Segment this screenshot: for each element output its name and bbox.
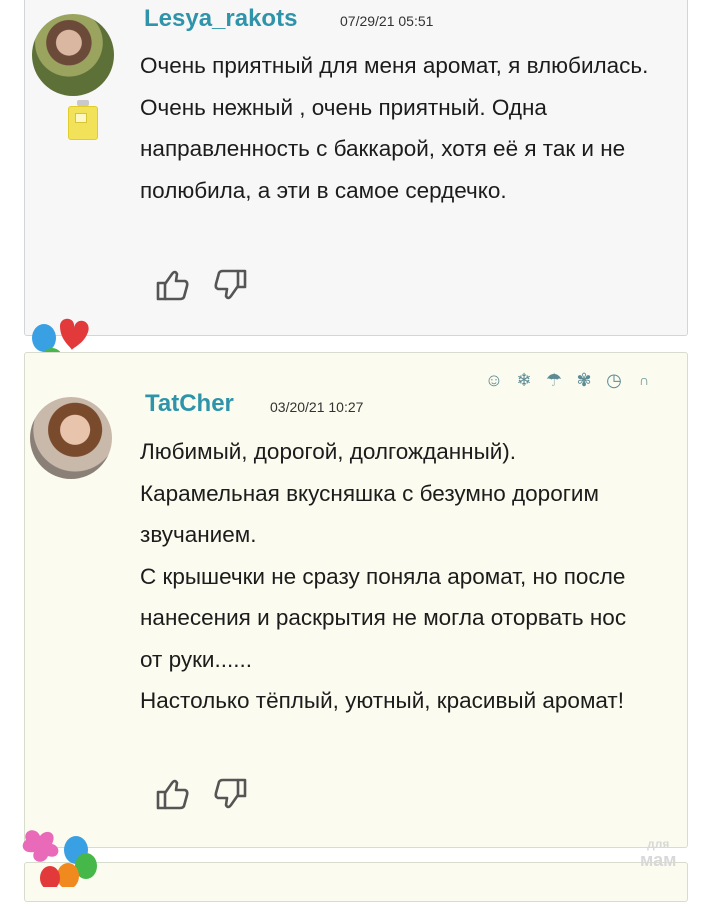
comment-date: 03/20/21 10:27: [270, 399, 364, 415]
watermark-logo: для мам: [640, 836, 677, 870]
comment-card-3: [24, 862, 688, 902]
umbrella-icon: ☂: [545, 370, 563, 390]
comment-paragraph: Карамельная вкусняшка с безумно дорогим …: [140, 480, 599, 548]
watermark-bottom: мам: [640, 850, 677, 870]
clock-icon: ◷: [606, 370, 622, 390]
user-avatar[interactable]: [30, 397, 112, 479]
smiley-icon: ☺: [484, 370, 504, 390]
thumbs-down-icon[interactable]: [213, 268, 247, 302]
thumbs-down-icon[interactable]: [213, 777, 247, 811]
maple-leaf-icon: ✾: [576, 370, 592, 390]
comment-paragraph: Любимый, дорогой, долгожданный).: [140, 439, 517, 464]
horseshoe-icon: ∩: [638, 372, 650, 388]
comment-username[interactable]: TatCher: [145, 390, 234, 418]
thumbs-up-icon[interactable]: [156, 777, 190, 811]
comment-paragraph: С крышечки не сразу поняла аромат, но по…: [140, 563, 627, 672]
user-avatar[interactable]: [32, 14, 114, 96]
perfume-bottle-icon: [66, 100, 100, 140]
balloons-icon: [22, 830, 97, 887]
comment-paragraph: Очень приятный для меня аромат, я влюбил…: [140, 53, 649, 203]
comment-text: Очень приятный для меня аромат, я влюбил…: [140, 45, 670, 211]
comment-paragraph: Настолько тёплый, уютный, красивый арома…: [140, 688, 624, 713]
comment-text: Любимый, дорогой, долгожданный). Карамел…: [140, 431, 650, 722]
snowflake-icon: ❄: [516, 370, 532, 390]
thumbs-up-icon[interactable]: [156, 268, 190, 302]
comment-date: 07/29/21 05:51: [340, 13, 434, 29]
status-icons: ☺ ❄ ☂ ✾ ◷ ∩: [482, 368, 656, 392]
comment-username[interactable]: Lesya_rakots: [144, 5, 297, 33]
